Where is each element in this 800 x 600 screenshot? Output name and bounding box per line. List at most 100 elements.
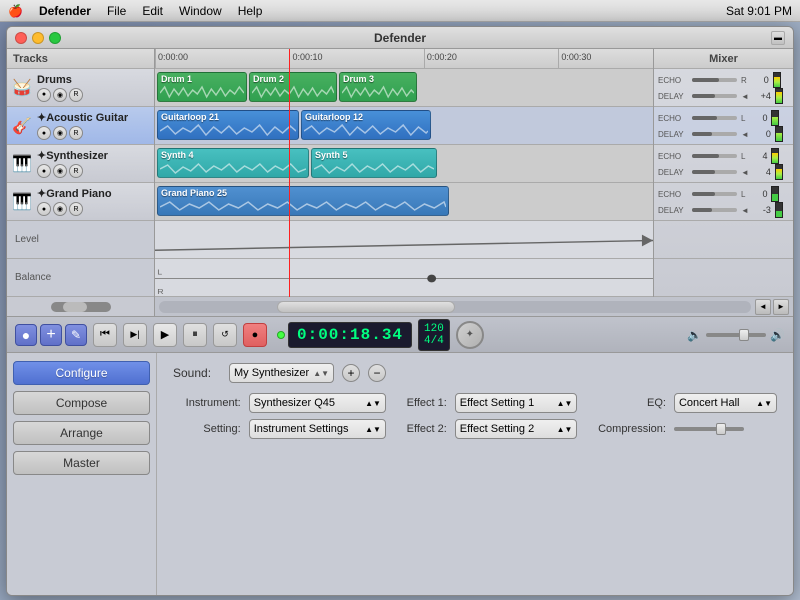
transport-left-buttons: ● + ✎ [15,324,87,346]
effect2-dropdown[interactable]: Effect Setting 2 ▲▼ [455,419,578,439]
menu-edit[interactable]: Edit [142,4,163,18]
tempo-display[interactable]: 120 4/4 [418,319,450,351]
effect2-dropdown-arrow: ▲▼ [557,425,573,434]
instrument-dropdown[interactable]: Synthesizer Q45 ▲▼ [249,393,386,413]
track-item-synth[interactable]: 🎹 ✦Synthesizer ● ◉ R [7,145,154,183]
step-back-button[interactable]: ▶| [123,323,147,347]
menu-file[interactable]: File [107,4,126,18]
clip-drum2[interactable]: Drum 2 [249,72,337,102]
time-display-area: 0:00:18.34 [277,322,412,348]
guitar-rec-btn[interactable]: R [69,126,83,140]
transport-bar: ● + ✎ ⏮ ▶| ▶ ⏸ ↺ ● 0:00:18.34 120 4/4 ✦ … [7,317,793,353]
svg-text:L: L [157,267,162,276]
clip-guitar1-wave [158,122,298,139]
eq-label: EQ: [585,397,666,409]
track-item-drums[interactable]: 🥁 Drums ● ◉ R [7,69,154,107]
guitar-controls: ● ◉ R [37,126,150,140]
metronome-dial[interactable]: ✦ [456,321,484,349]
clip-guitar2[interactable]: Guitarloop 12 [301,110,431,140]
guitar-mute-btn[interactable]: ● [37,126,51,140]
resize-button[interactable]: ▬ [771,31,785,45]
mixer-track-piano: ECHO L 0 DELAY ◄ -3 [654,183,793,221]
piano-lane[interactable]: Grand Piano 25 [155,183,653,221]
piano-solo-btn[interactable]: ◉ [53,202,67,216]
compression-track[interactable] [674,427,744,431]
effect2-label: Effect 2: [394,423,447,435]
menu-help[interactable]: Help [238,4,263,18]
effect1-dropdown[interactable]: Effect Setting 1 ▲▼ [455,393,578,413]
pause-button[interactable]: ⏸ [183,323,207,347]
scroll-left-arrow[interactable]: ◄ [755,299,771,315]
setting-dropdown-arrow: ▲▼ [365,425,381,434]
play-button[interactable]: ▶ [153,323,177,347]
minimize-button[interactable] [32,32,44,44]
loop-btn[interactable]: ● [15,324,37,346]
compose-button[interactable]: Compose [13,391,150,415]
horizontal-scroll-track[interactable] [159,301,751,313]
clip-drum1[interactable]: Drum 1 [157,72,247,102]
horizontal-scrollbar[interactable]: ◄ ► [7,297,793,317]
clip-drum3[interactable]: Drum 3 [339,72,417,102]
tracks-right-panel[interactable]: 0:00:00 0:00:10 0:00:20 0:00:30 Drum 1 D… [155,49,653,297]
scroll-thumb-left[interactable] [51,302,111,312]
level-label: Level [15,234,39,245]
clip-piano1[interactable]: Grand Piano 25 [157,186,449,216]
record-button[interactable]: ● [243,323,267,347]
track-item-guitar[interactable]: 🎸 ✦Acoustic Guitar ● ◉ R [7,107,154,145]
tick-2: 0:00:20 [424,49,457,68]
clip-synth1-wave [158,160,308,177]
scroll-right-arrow[interactable]: ► [773,299,789,315]
compression-thumb[interactable] [716,423,726,435]
clip-guitar1[interactable]: Guitarloop 21 [157,110,299,140]
setting-dropdown[interactable]: Instrument Settings ▲▼ [249,419,386,439]
guitar-lane[interactable]: Guitarloop 21 Guitarloop 12 [155,107,653,145]
clip-synth1[interactable]: Synth 4 [157,148,309,178]
horizontal-scroll-thumb[interactable] [277,301,455,313]
synth-icon: 🎹 [11,153,33,175]
sound-row: Sound: My Synthesizer ▲▼ + − [173,363,777,383]
sound-label: Sound: [173,366,221,380]
volume-low-icon: 🔈 [687,328,702,342]
synth-lane[interactable]: Synth 4 Synth 5 [155,145,653,183]
maximize-button[interactable] [49,32,61,44]
mixer-track-guitar: ECHO L 0 DELAY ◄ 0 [654,107,793,145]
close-button[interactable] [15,32,27,44]
cycle-button[interactable]: ↺ [213,323,237,347]
configure-button[interactable]: Configure [13,361,150,385]
svg-text:R: R [157,287,163,296]
mixer-header: Mixer [654,49,793,69]
instrument-dropdown-arrow: ▲▼ [365,399,381,408]
clip-drum3-header: Drum 3 [340,73,416,84]
piano-rec-btn[interactable]: R [69,202,83,216]
sound-add-button[interactable]: + [342,364,360,382]
menu-app[interactable]: Defender [39,4,91,18]
drums-rec-btn[interactable]: R [69,88,83,102]
drums-lane[interactable]: Drum 1 Drum 2 Drum 3 [155,69,653,107]
master-button[interactable]: Master [13,451,150,475]
apple-menu[interactable]: 🍎 [8,4,23,18]
edit-btn[interactable]: ✎ [65,324,87,346]
track-item-piano[interactable]: 🎹 ✦Grand Piano ● ◉ R [7,183,154,221]
clip-piano1-header: Grand Piano 25 [158,187,448,198]
sound-remove-button[interactable]: − [368,364,386,382]
guitar-solo-btn[interactable]: ◉ [53,126,67,140]
rewind-button[interactable]: ⏮ [93,323,117,347]
add-track-btn[interactable]: + [40,324,62,346]
mixer-track-drums: ECHO R 0 DELAY ◄ +4 [654,69,793,107]
drums-mute-btn[interactable]: ● [37,88,51,102]
tick-0: 0:00:00 [155,49,188,68]
clip-guitar1-header: Guitarloop 21 [158,111,298,122]
drums-solo-btn[interactable]: ◉ [53,88,67,102]
menu-window[interactable]: Window [179,4,222,18]
clip-synth2[interactable]: Synth 5 [311,148,437,178]
piano-mute-btn[interactable]: ● [37,202,51,216]
synth-rec-btn[interactable]: R [69,164,83,178]
eq-dropdown[interactable]: Concert Hall ▲▼ [674,393,777,413]
arrange-button[interactable]: Arrange [13,421,150,445]
volume-thumb[interactable] [739,329,749,341]
volume-track[interactable] [706,333,766,337]
sound-dropdown[interactable]: My Synthesizer ▲▼ [229,363,334,383]
synth-solo-btn[interactable]: ◉ [53,164,67,178]
tracks-left-panel: Tracks 🥁 Drums ● ◉ R 🎸 [7,49,155,297]
synth-mute-btn[interactable]: ● [37,164,51,178]
